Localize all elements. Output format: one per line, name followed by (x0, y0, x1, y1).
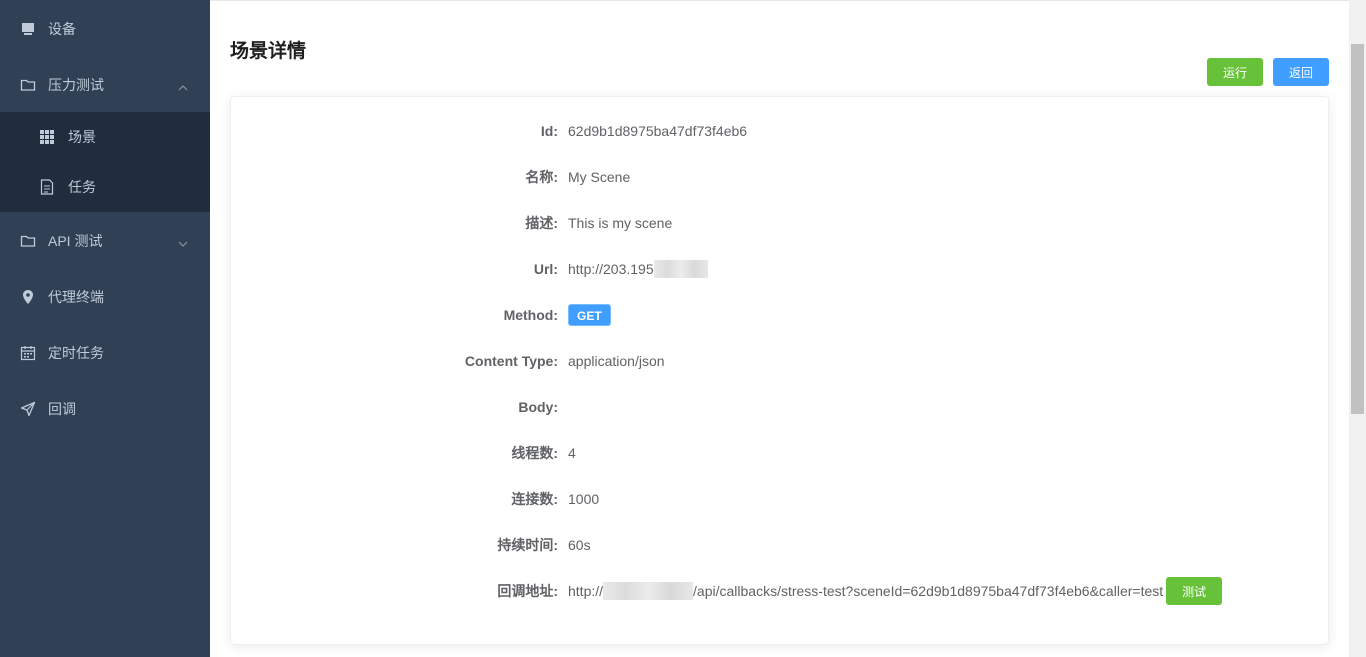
sidebar-item-label: 回调 (48, 401, 76, 417)
main-content: 场景详情 运行 返回 Id: 62d9b1d8975ba47df73f4eb6 … (210, 0, 1366, 657)
field-value: 4 (568, 445, 576, 461)
sidebar-item-label: 任务 (68, 179, 96, 195)
detail-row-method: Method: GET (231, 303, 1330, 327)
detail-row-threads: 线程数: 4 (231, 441, 1330, 465)
field-label: 持续时间: (497, 537, 558, 553)
divider (210, 0, 1350, 1)
scrollbar-thumb[interactable] (1351, 44, 1364, 414)
chevron-down-icon (178, 235, 188, 251)
field-label: 名称: (525, 169, 558, 185)
grid-icon (40, 130, 54, 144)
field-value: This is my scene (568, 215, 673, 231)
method-tag: GET (568, 304, 611, 326)
detail-row-content-type: Content Type: application/json (231, 349, 1330, 373)
sidebar-item-api-test[interactable]: API 测试 (0, 213, 210, 269)
monitor-icon (20, 21, 36, 37)
run-button[interactable]: 运行 (1207, 58, 1263, 86)
field-value: GET (568, 304, 611, 326)
field-value: application/json (568, 353, 665, 369)
sidebar-item-label: 压力测试 (48, 77, 104, 93)
location-icon (20, 289, 36, 305)
field-label: Method: (503, 307, 558, 323)
sidebar-item-label: 设备 (48, 21, 76, 37)
field-value: 60s (568, 537, 591, 553)
sidebar-item-tasks[interactable]: 任务 (0, 162, 210, 212)
field-label: Url: (533, 261, 558, 277)
scene-detail-card: Id: 62d9b1d8975ba47df73f4eb6 名称: My Scen… (230, 96, 1329, 645)
detail-row-callback: 回调地址: http:// /api/callbacks/stress-test?… (231, 577, 1330, 605)
sidebar-item-label: 场景 (68, 129, 96, 145)
field-label: 描述: (525, 215, 558, 231)
send-icon (20, 401, 36, 417)
sidebar-item-proxy-terminal[interactable]: 代理终端 (0, 269, 210, 325)
field-value: My Scene (568, 169, 631, 185)
field-value: http:// /api/callbacks/stress-test?sceneI… (568, 577, 1223, 605)
field-label: Id: (540, 123, 558, 139)
redacted-area (653, 260, 708, 278)
field-value: 62d9b1d8975ba47df73f4eb6 (568, 123, 748, 139)
sidebar-item-callbacks[interactable]: 回调 (0, 381, 210, 437)
sidebar-item-label: API 测试 (48, 233, 103, 249)
chevron-up-icon (178, 79, 188, 95)
detail-row-url: Url: http://203.195 (231, 257, 1330, 281)
back-button[interactable]: 返回 (1273, 58, 1329, 86)
field-value: http://203.195 (568, 260, 708, 278)
field-label: 线程数: (511, 445, 558, 461)
field-value: 1000 (568, 491, 600, 507)
detail-row-id: Id: 62d9b1d8975ba47df73f4eb6 (231, 119, 1330, 143)
callback-prefix: http:// (568, 583, 604, 599)
detail-row-name: 名称: My Scene (231, 165, 1330, 189)
sidebar-item-label: 定时任务 (48, 345, 104, 361)
field-label: Body: (518, 399, 558, 415)
detail-row-connections: 连接数: 1000 (231, 487, 1330, 511)
sidebar: 设备 压力测试 场景 任务 API 测试 代理终端 定时任务 回调 (0, 0, 210, 657)
url-text: http://203.195 (568, 261, 654, 277)
stress-test-submenu: 场景 任务 (0, 112, 210, 212)
detail-row-duration: 持续时间: 60s (231, 533, 1330, 557)
detail-row-body: Body: (231, 395, 1330, 419)
sidebar-item-stress-test[interactable]: 压力测试 (0, 57, 210, 113)
page-title: 场景详情 (230, 41, 307, 62)
document-icon (40, 179, 54, 195)
sidebar-item-scheduled-tasks[interactable]: 定时任务 (0, 325, 210, 381)
sidebar-item-scenes[interactable]: 场景 (0, 112, 210, 162)
field-label: 连接数: (511, 491, 558, 507)
test-callback-button[interactable]: 测试 (1166, 577, 1223, 605)
detail-row-description: 描述: This is my scene (231, 211, 1330, 235)
calendar-icon (20, 345, 36, 361)
redacted-area (603, 582, 694, 600)
sidebar-item-label: 代理终端 (48, 289, 104, 305)
sidebar-item-devices[interactable]: 设备 (0, 1, 210, 57)
folder-icon (20, 233, 36, 249)
folder-icon (20, 77, 36, 93)
field-label: Content Type: (464, 353, 558, 369)
callback-suffix: /api/callbacks/stress-test?sceneId=62d9b… (693, 583, 1164, 599)
field-label: 回调地址: (497, 583, 558, 599)
